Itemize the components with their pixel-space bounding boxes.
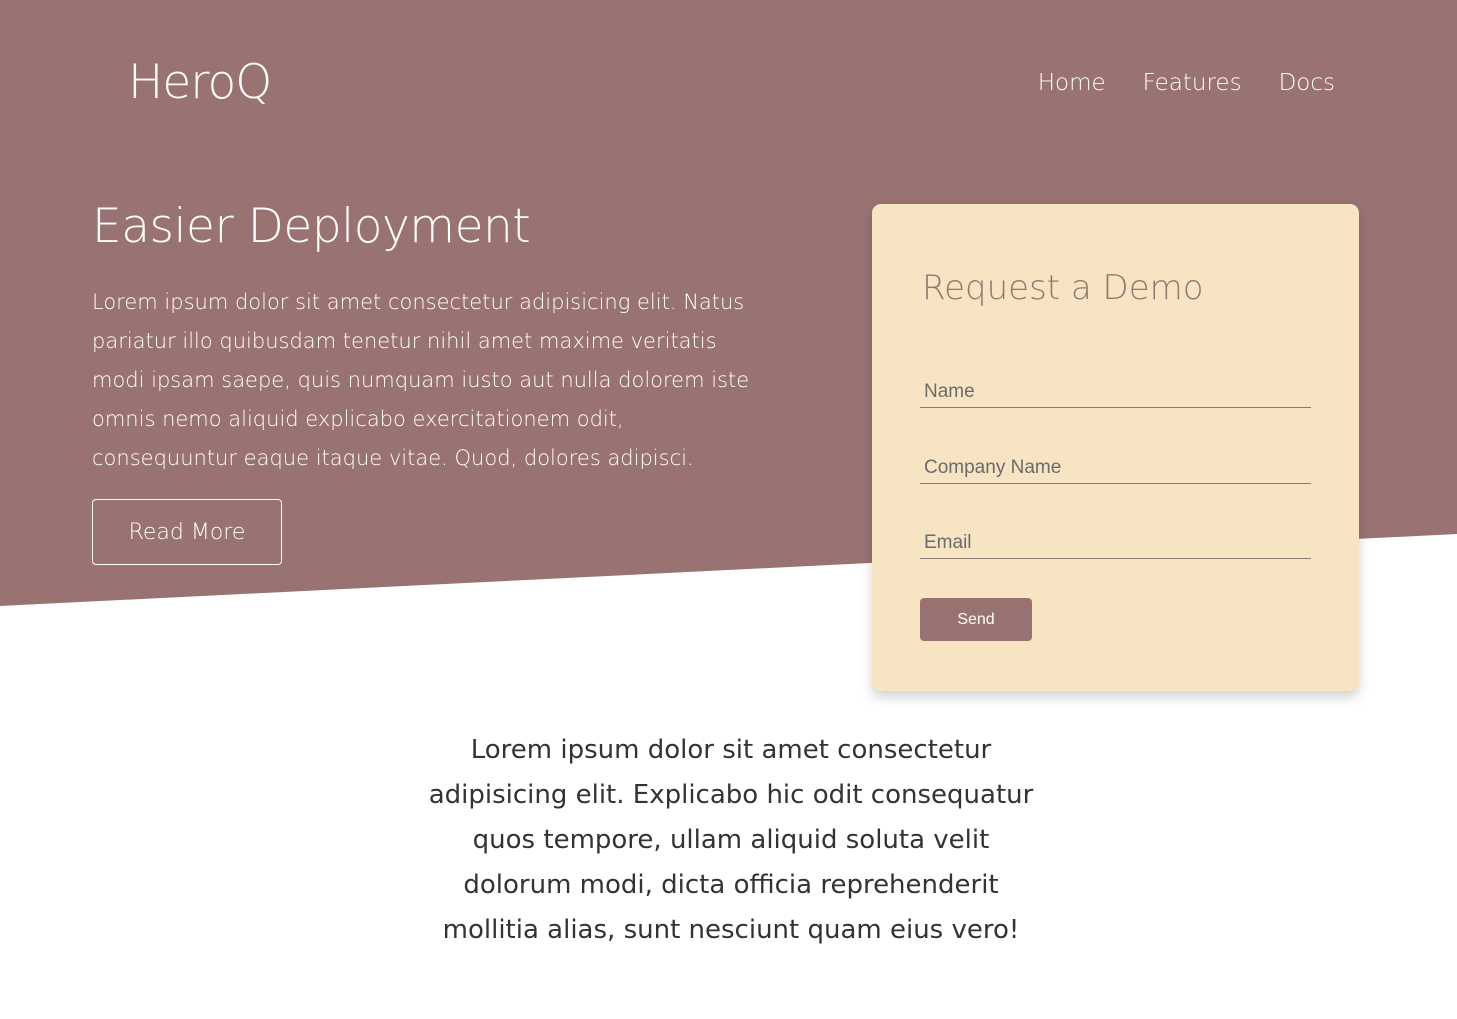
nav-docs-link[interactable]: Docs bbox=[1279, 68, 1335, 98]
company-name-input[interactable] bbox=[920, 452, 1311, 484]
email-input[interactable] bbox=[920, 527, 1311, 559]
logo[interactable]: HeroQ bbox=[128, 52, 272, 114]
hero-title: Easier Deployment bbox=[92, 199, 531, 254]
nav-home-link[interactable]: Home bbox=[1038, 68, 1106, 98]
demo-request-card: Request a Demo Send bbox=[872, 204, 1359, 691]
read-more-button[interactable]: Read More bbox=[92, 499, 282, 565]
hero-description: Lorem ipsum dolor sit amet consectetur a… bbox=[92, 290, 750, 470]
intro-paragraph: Lorem ipsum dolor sit amet consectetur a… bbox=[428, 735, 1034, 945]
nav-features-link[interactable]: Features bbox=[1143, 68, 1242, 98]
demo-form-title: Request a Demo bbox=[922, 268, 1204, 308]
send-button[interactable]: Send bbox=[920, 598, 1032, 641]
name-input[interactable] bbox=[920, 376, 1311, 408]
main-nav: Home Features Docs bbox=[1038, 68, 1335, 98]
